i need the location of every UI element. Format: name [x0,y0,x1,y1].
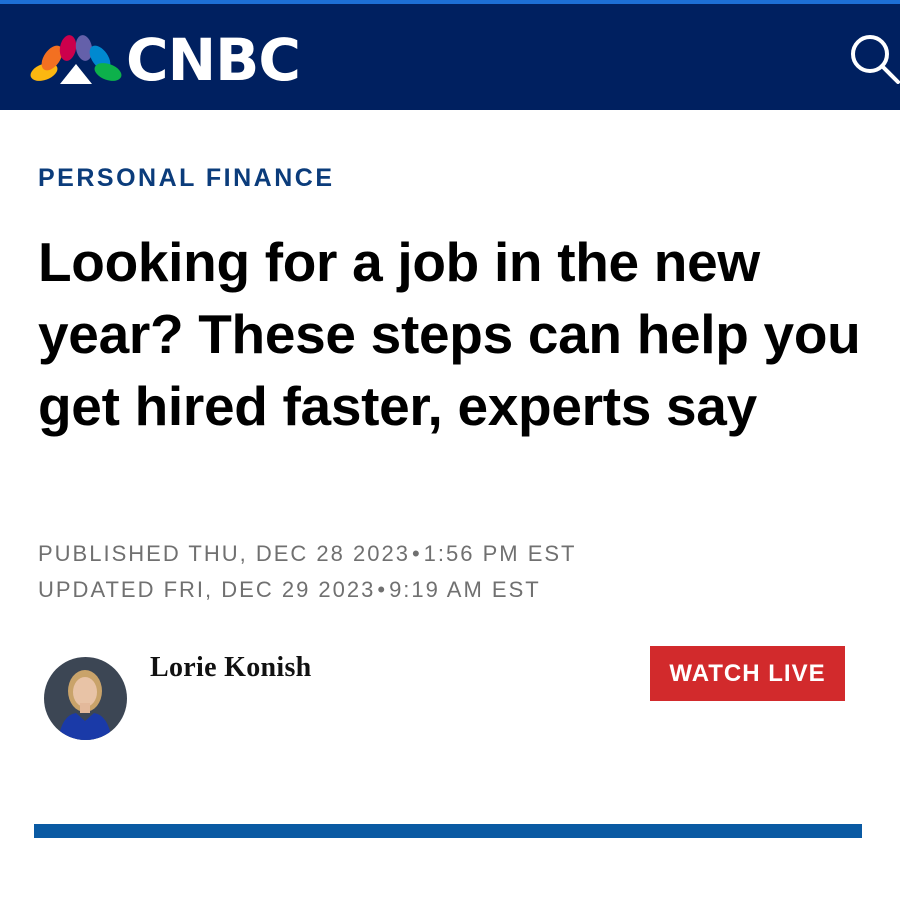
separator-dot: • [411,541,422,566]
watch-live-button[interactable]: WATCH LIVE [650,646,845,701]
cnbc-wordmark: CNBC [126,26,301,94]
published-time: 1:56 PM EST [423,541,577,566]
article-headline: Looking for a job in the new year? These… [38,231,861,437]
section-label[interactable]: PERSONAL FINANCE [38,164,335,193]
search-icon [851,35,900,84]
updated-time: 9:19 AM EST [389,577,541,602]
cnbc-logo[interactable]: CNBC [30,31,330,89]
author-avatar[interactable] [44,657,127,740]
published-timestamp: PUBLISHED THU, DEC 28 2023•1:56 PM EST [38,536,577,572]
site-header: CNBC [0,4,900,110]
updated-date: UPDATED FRI, DEC 29 2023 [38,577,376,602]
search-button[interactable] [846,30,900,84]
nbc-peacock-icon [30,35,122,84]
separator-dot: • [377,577,388,602]
article-timestamps: PUBLISHED THU, DEC 28 2023•1:56 PM EST U… [38,536,577,608]
updated-timestamp: UPDATED FRI, DEC 29 2023•9:19 AM EST [38,572,577,608]
author-name-link[interactable]: Lorie Konish [150,652,312,684]
published-date: PUBLISHED THU, DEC 28 2023 [38,541,410,566]
author-photo [44,657,127,740]
section-divider [34,824,862,838]
